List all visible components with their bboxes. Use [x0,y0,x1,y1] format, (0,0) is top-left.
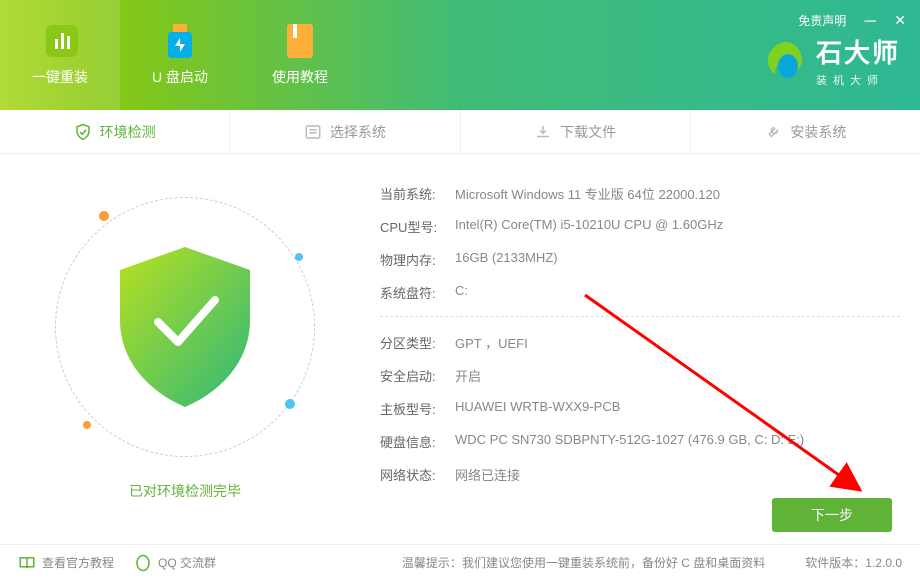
header: 免责声明 － ✕ 一键重装 U 盘启动 使用教程 石大师 装机大师 [0,0,920,110]
disclaimer-link[interactable]: 免责声明 [798,12,846,29]
minimize-icon[interactable]: － [862,8,878,32]
check-status: 已对环境检测完毕 [129,481,241,501]
step-select[interactable]: 选择系统 [230,110,460,153]
step-label: 选择系统 [330,122,386,142]
tab-label: 一键重装 [32,67,88,87]
check-panel: 已对环境检测完毕 [0,154,370,544]
close-icon[interactable]: ✕ [894,12,906,29]
step-label: 下载文件 [560,122,616,142]
brand: 石大师 装机大师 [764,23,900,88]
os-value: Microsoft Windows 11 专业版 64位 22000.120 [455,184,720,203]
footer-tip: 温馨提示：我们建议您使用一键重装系统前，备份好 C 盘和桌面资料 [402,554,765,571]
brand-sub: 装机大师 [816,72,900,88]
cpu-label: CPU型号: [380,217,455,236]
divider [380,316,900,317]
ram-value: 16GB (2133MHZ) [455,250,558,269]
download-icon [534,123,552,141]
list-icon [304,123,322,141]
brand-name: 石大师 [816,33,900,70]
step-label: 环境检测 [100,122,156,142]
disk-label: 硬盘信息: [380,432,455,451]
bars-icon [42,23,78,59]
secure-value: 开启 [455,366,481,385]
step-bar: 环境检测 选择系统 下载文件 安装系统 [0,110,920,154]
qq-icon [134,554,152,572]
step-install[interactable]: 安装系统 [691,110,920,153]
usb-icon [162,23,198,59]
ram-label: 物理内存: [380,250,455,269]
shield-check-icon [110,242,260,412]
step-check[interactable]: 环境检测 [0,110,230,153]
net-label: 网络状态: [380,465,455,484]
board-value: HUAWEI WRTB-WXX9-PCB [455,399,620,418]
part-value: GPT ，UEFI [455,333,528,352]
tab-label: U 盘启动 [152,67,208,87]
logo-icon [764,38,808,82]
step-download[interactable]: 下载文件 [461,110,691,153]
part-label: 分区类型: [380,333,455,352]
wrench-icon [764,123,782,141]
tab-usb[interactable]: U 盘启动 [120,0,240,110]
os-label: 当前系统: [380,184,455,203]
content: 已对环境检测完毕 当前系统:Microsoft Windows 11 专业版 6… [0,154,920,544]
sysdrive-label: 系统盘符: [380,283,455,302]
main-tabs: 一键重装 U 盘启动 使用教程 [0,0,360,110]
tab-label: 使用教程 [272,67,328,87]
qq-link[interactable]: QQ 交流群 [134,554,216,572]
book-open-icon [18,554,36,572]
tab-reinstall[interactable]: 一键重装 [0,0,120,110]
secure-label: 安全启动: [380,366,455,385]
next-button[interactable]: 下一步 [772,498,892,532]
footer-version: 软件版本：1.2.0.0 [805,554,902,571]
window-controls: 免责声明 － ✕ [798,8,906,32]
shield-icon [74,123,92,141]
cpu-value: Intel(R) Core(TM) i5-10210U CPU @ 1.60GH… [455,217,723,236]
info-panel: 当前系统:Microsoft Windows 11 专业版 64位 22000.… [370,154,920,544]
sysdrive-value: C: [455,283,468,302]
disk-value: WDC PC SN730 SDBPNTY-512G-1027 (476.9 GB… [455,432,804,451]
board-label: 主板型号: [380,399,455,418]
step-label: 安装系统 [790,122,846,142]
net-value: 网络已连接 [455,465,520,484]
tab-tutorial[interactable]: 使用教程 [240,0,360,110]
book-icon [282,23,318,59]
tutorial-link[interactable]: 查看官方教程 [18,554,114,572]
footer: 查看官方教程 QQ 交流群 温馨提示：我们建议您使用一键重装系统前，备份好 C … [0,544,920,580]
